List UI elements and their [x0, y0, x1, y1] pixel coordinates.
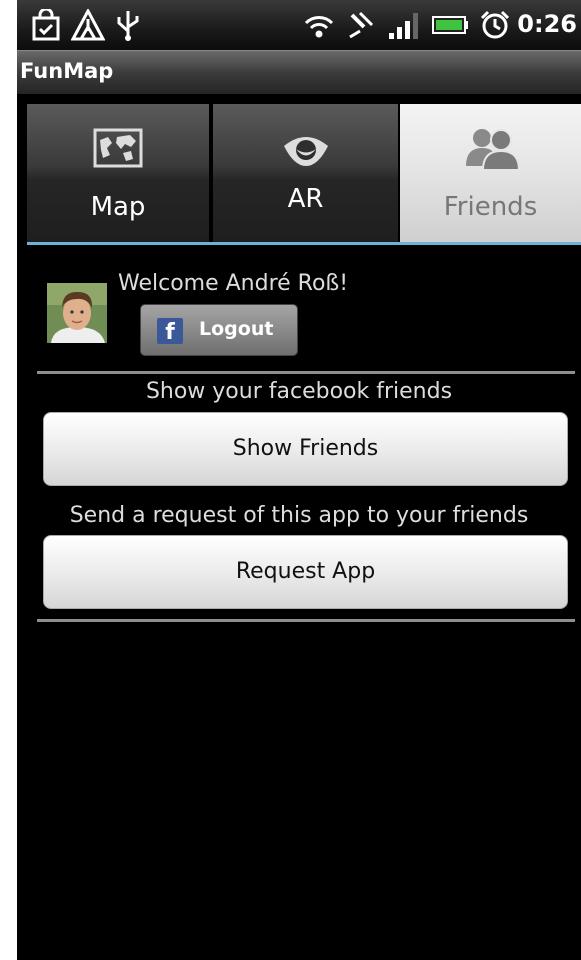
- warning-icon: [71, 9, 105, 41]
- divider-top: [37, 371, 575, 374]
- status-clock: 0:26: [517, 10, 577, 38]
- tab-ar[interactable]: AR: [213, 104, 400, 242]
- usb-icon: [117, 11, 139, 41]
- friends-icon: [465, 129, 519, 171]
- alarm-icon: [480, 10, 510, 39]
- map-icon: [93, 128, 143, 168]
- tab-indicator: [27, 242, 581, 245]
- eye-icon: [283, 137, 328, 166]
- avatar: [47, 283, 107, 343]
- app-title: FunMap: [20, 59, 114, 83]
- battery-icon: [432, 16, 468, 34]
- facebook-icon: f: [157, 318, 183, 345]
- show-friends-button[interactable]: Show Friends: [43, 412, 568, 486]
- tab-friends-label: Friends: [443, 192, 538, 222]
- logout-label: Logout: [199, 318, 274, 340]
- status-bar: 0:26: [17, 0, 581, 50]
- request-app-button[interactable]: Request App: [43, 535, 568, 609]
- request-app-caption: Send a request of this app to your frien…: [69, 503, 529, 528]
- title-bar: FunMap: [17, 50, 581, 94]
- wifi-icon: [304, 16, 334, 38]
- tab-bar: Map AR Friends: [17, 94, 581, 242]
- show-friends-caption: Show your facebook friends: [145, 379, 453, 404]
- tab-friends[interactable]: Friends: [400, 104, 581, 242]
- phone-screen: 0:26 FunMap Map AR Friends Welcome André…: [17, 0, 581, 960]
- tab-ar-label: AR: [287, 184, 324, 214]
- signal-icon: [389, 13, 418, 39]
- shopping-bag-icon: [32, 9, 60, 41]
- welcome-text: Welcome André Roß!: [118, 271, 349, 296]
- gps-icon: [349, 11, 374, 39]
- tab-map[interactable]: Map: [27, 104, 211, 242]
- logout-button[interactable]: f Logout: [140, 304, 298, 356]
- tab-map-label: Map: [90, 192, 146, 222]
- divider-bottom: [37, 619, 575, 622]
